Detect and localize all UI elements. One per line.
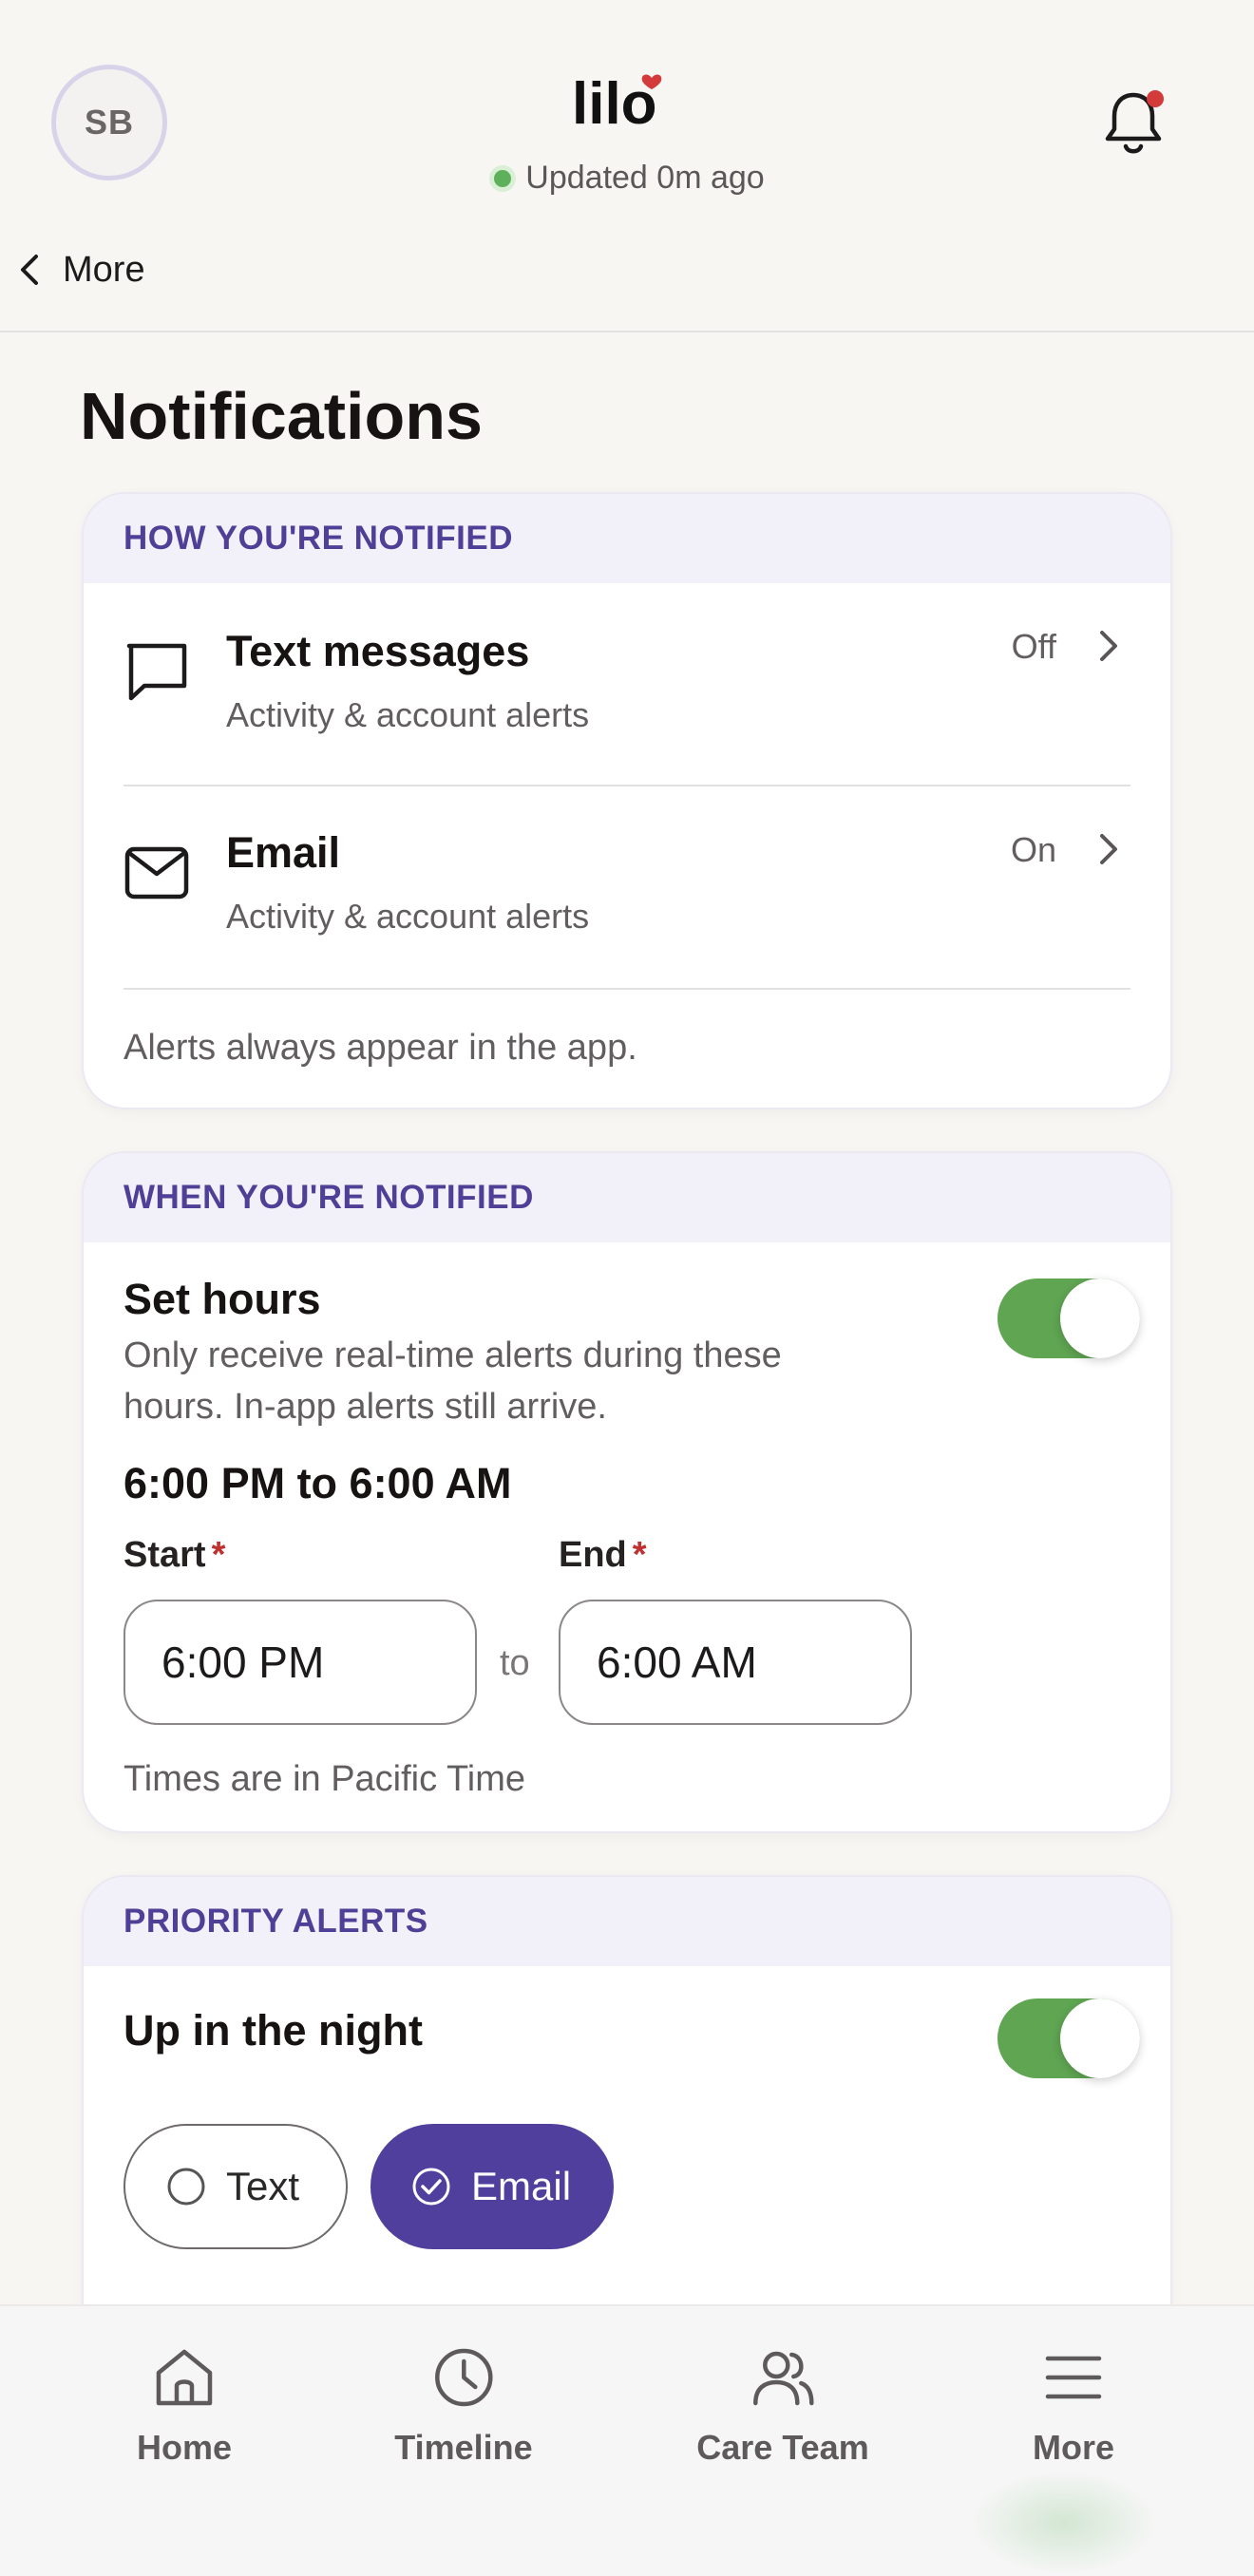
back-button[interactable]: More	[15, 245, 145, 294]
text-option-label: Text	[226, 2164, 300, 2208]
text-option-chip[interactable]: Text	[124, 2124, 348, 2249]
text-messages-subtitle: Activity & account alerts	[226, 695, 590, 734]
end-label: End *	[559, 1535, 647, 1576]
text-messages-row[interactable]: Text messages Activity & account alerts …	[84, 583, 1170, 785]
header-divider	[0, 331, 1254, 332]
avatar-initials: SB	[84, 103, 134, 142]
email-subtitle: Activity & account alerts	[226, 897, 590, 936]
up-in-night-toggle[interactable]	[998, 1998, 1140, 2078]
sync-status-text: Updated 0m ago	[525, 160, 765, 196]
email-title: Email	[226, 828, 341, 877]
check-circle-icon	[412, 2168, 450, 2206]
nav-more-label: More	[1032, 2428, 1115, 2467]
set-hours-description: Only receive real-time alerts during the…	[124, 1330, 782, 1432]
set-hours-description-line: Only receive real-time alerts during the…	[124, 1335, 782, 1375]
start-time-input[interactable]: 6:00 PM	[124, 1600, 477, 1725]
clock-icon	[434, 2348, 493, 2407]
how-notified-heading: HOW YOU'RE NOTIFIED	[84, 494, 1170, 583]
home-icon	[156, 2349, 213, 2406]
status-dot-icon	[489, 165, 517, 192]
chevron-right-icon	[1100, 631, 1117, 661]
toggle-knob	[1060, 1279, 1140, 1358]
back-label: More	[63, 249, 145, 290]
menu-icon	[1045, 2356, 1102, 2399]
app-header: SB lilo Updated 0m ago More	[0, 0, 1254, 332]
required-mark: *	[632, 1535, 647, 1575]
nav-more[interactable]: More	[1033, 2344, 1114, 2468]
time-separator: to	[500, 1643, 530, 1683]
email-state: On	[1010, 830, 1056, 869]
sync-status: Updated 0m ago	[0, 160, 1254, 197]
timezone-note: Times are in Pacific Time	[124, 1759, 526, 1799]
lilo-logo: lilo	[572, 71, 662, 131]
start-label-text: Start	[124, 1535, 206, 1575]
set-hours-toggle[interactable]	[998, 1279, 1140, 1358]
end-time-input[interactable]: 6:00 AM	[559, 1600, 912, 1725]
nav-care-team-label: Care Team	[696, 2428, 869, 2467]
nav-timeline[interactable]: Timeline	[394, 2344, 533, 2468]
chat-bubble-icon	[126, 643, 187, 701]
chevron-left-icon	[21, 255, 38, 285]
toggle-knob	[1060, 1998, 1140, 2078]
when-notified-card: WHEN YOU'RE NOTIFIED Set hours Only rece…	[82, 1151, 1172, 1833]
nav-home-label: Home	[136, 2428, 233, 2467]
people-icon	[752, 2351, 814, 2406]
nav-home[interactable]: Home	[137, 2344, 232, 2468]
when-notified-heading: WHEN YOU'RE NOTIFIED	[84, 1153, 1170, 1242]
priority-alerts-heading: PRIORITY ALERTS	[84, 1877, 1170, 1966]
email-row[interactable]: Email Activity & account alerts On	[84, 786, 1170, 988]
text-messages-title: Text messages	[226, 627, 530, 675]
set-hours-title: Set hours	[124, 1275, 321, 1323]
required-mark: *	[211, 1535, 226, 1575]
mail-icon	[124, 846, 189, 900]
in-app-footnote: Alerts always appear in the app.	[124, 1028, 637, 1068]
end-time-value: 6:00 AM	[597, 1638, 757, 1687]
end-label-text: End	[559, 1535, 627, 1575]
notifications-bell-icon[interactable]	[1100, 85, 1167, 160]
row-divider	[124, 988, 1130, 990]
nav-care-team[interactable]: Care Team	[696, 2344, 869, 2468]
background-glow	[969, 2470, 1159, 2576]
set-hours-description-line: hours. In-app alerts still arrive.	[124, 1387, 607, 1427]
email-option-chip[interactable]: Email	[370, 2124, 614, 2249]
set-hours-section: Set hours Only receive real-time alerts …	[84, 1242, 1170, 1831]
email-option-label: Email	[471, 2164, 572, 2208]
text-messages-state: Off	[1011, 627, 1056, 666]
how-notified-card: HOW YOU'RE NOTIFIED Text messages Activi…	[82, 492, 1172, 1109]
up-in-night-title: Up in the night	[124, 2006, 423, 2055]
chevron-right-icon	[1100, 834, 1117, 864]
hours-range-summary: 6:00 PM to 6:00 AM	[124, 1459, 512, 1507]
page-title: Notifications	[80, 379, 483, 453]
nav-timeline-label: Timeline	[394, 2428, 533, 2467]
radio-unchecked-icon	[167, 2168, 205, 2206]
start-label: Start *	[124, 1535, 225, 1576]
start-time-value: 6:00 PM	[162, 1638, 325, 1687]
